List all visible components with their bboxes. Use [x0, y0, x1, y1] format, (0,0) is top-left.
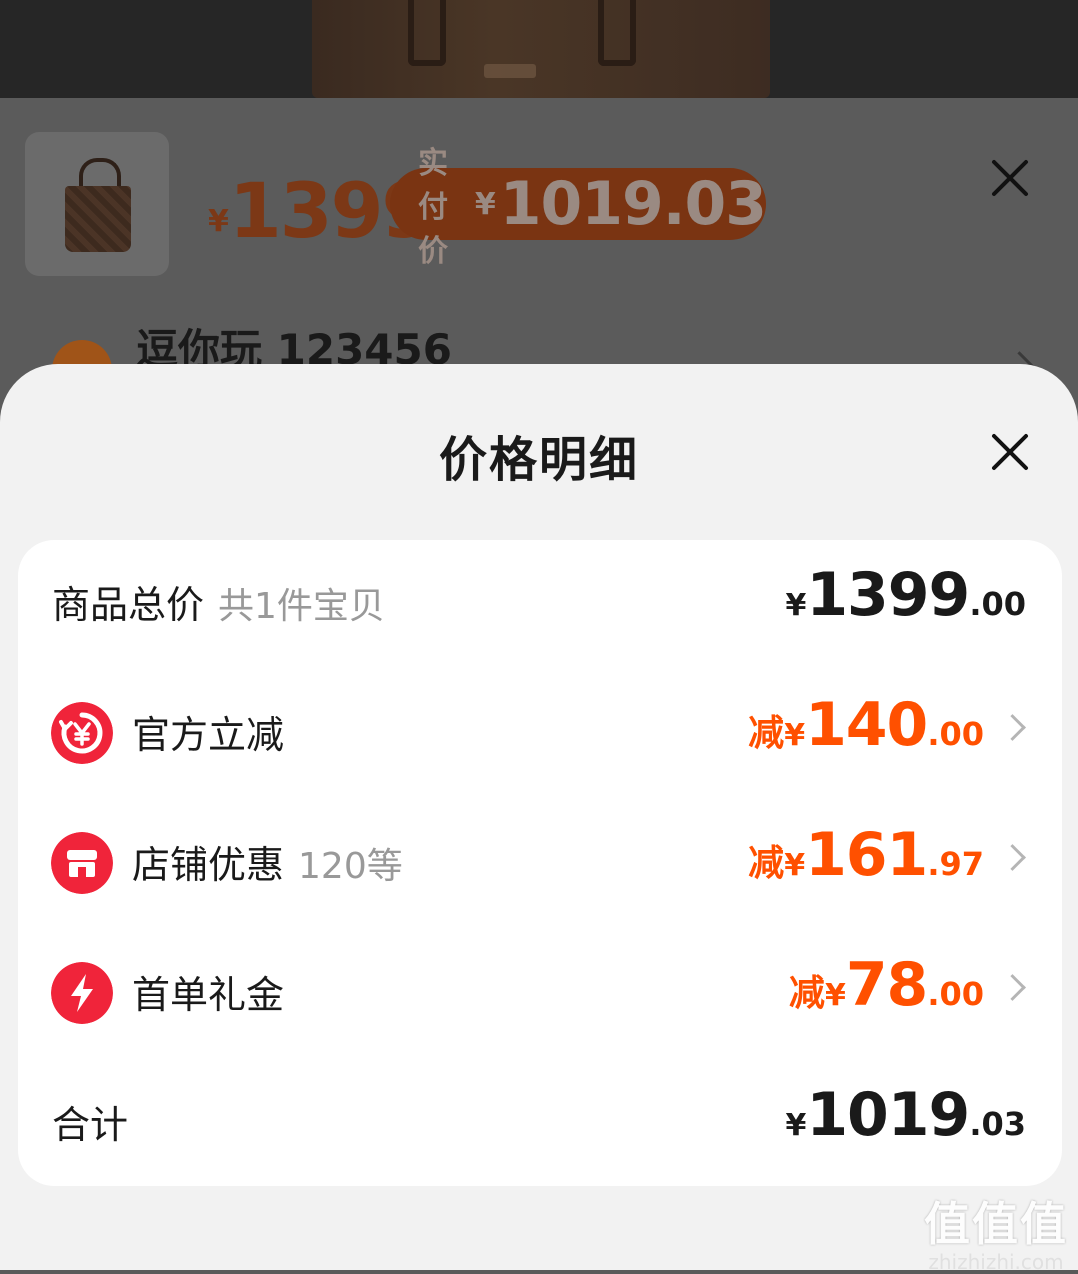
row-total: 合计 ¥1019.03 — [18, 1070, 1062, 1170]
store-icon — [51, 832, 113, 894]
sheet-title: 价格明细 — [438, 432, 639, 488]
row-sub: 共1件宝贝 — [218, 586, 385, 627]
row-official-discount[interactable]: 官方立减 减¥140.00 — [18, 680, 1062, 780]
chevron-right-icon — [999, 844, 1026, 871]
row-label: 商品总价 — [52, 583, 205, 627]
row-label: 合计 — [52, 1103, 129, 1147]
row-label: 店铺优惠 — [132, 843, 285, 887]
product-hero-image — [312, 0, 770, 98]
chevron-right-icon — [999, 714, 1026, 741]
row-goods-total: 商品总价 共1件宝贝 ¥1399.00 — [18, 550, 1062, 650]
row-label: 首单礼金 — [132, 973, 285, 1017]
row-store-discount[interactable]: 店铺优惠 120等 减¥161.97 — [18, 810, 1062, 910]
close-icon[interactable] — [988, 430, 1032, 474]
real-price-label: 实付价 — [418, 146, 448, 269]
price-detail-card: 商品总价 共1件宝贝 ¥1399.00 官方立减 减¥140.00 店铺优惠 1… — [18, 540, 1062, 1186]
discount-amount: 减¥78.00 — [788, 950, 984, 1020]
yen-discount-icon — [51, 702, 113, 764]
real-price-badge: 实付价 ¥ 1019.03 — [390, 146, 767, 269]
real-price-value: 1019.03 — [499, 169, 767, 239]
watermark: 值值值 zhizhizhi.com — [924, 1197, 1068, 1274]
price-detail-sheet: 价格明细 商品总价 共1件宝贝 ¥1399.00 官方立减 减¥140.00 店… — [0, 364, 1078, 1270]
close-icon[interactable] — [988, 156, 1032, 200]
row-sub: 120等 — [298, 846, 403, 887]
total-amount: ¥1019.03 — [785, 1080, 1026, 1150]
amount: ¥1399.00 — [785, 560, 1026, 630]
lightning-icon — [51, 962, 113, 1024]
row-first-order-gift[interactable]: 首单礼金 减¥78.00 — [18, 940, 1062, 1040]
chevron-right-icon — [999, 974, 1026, 1001]
discount-amount: 减¥161.97 — [748, 820, 984, 890]
discount-amount: 减¥140.00 — [748, 690, 984, 760]
row-label: 官方立减 — [132, 713, 285, 757]
product-thumbnail — [25, 132, 169, 276]
